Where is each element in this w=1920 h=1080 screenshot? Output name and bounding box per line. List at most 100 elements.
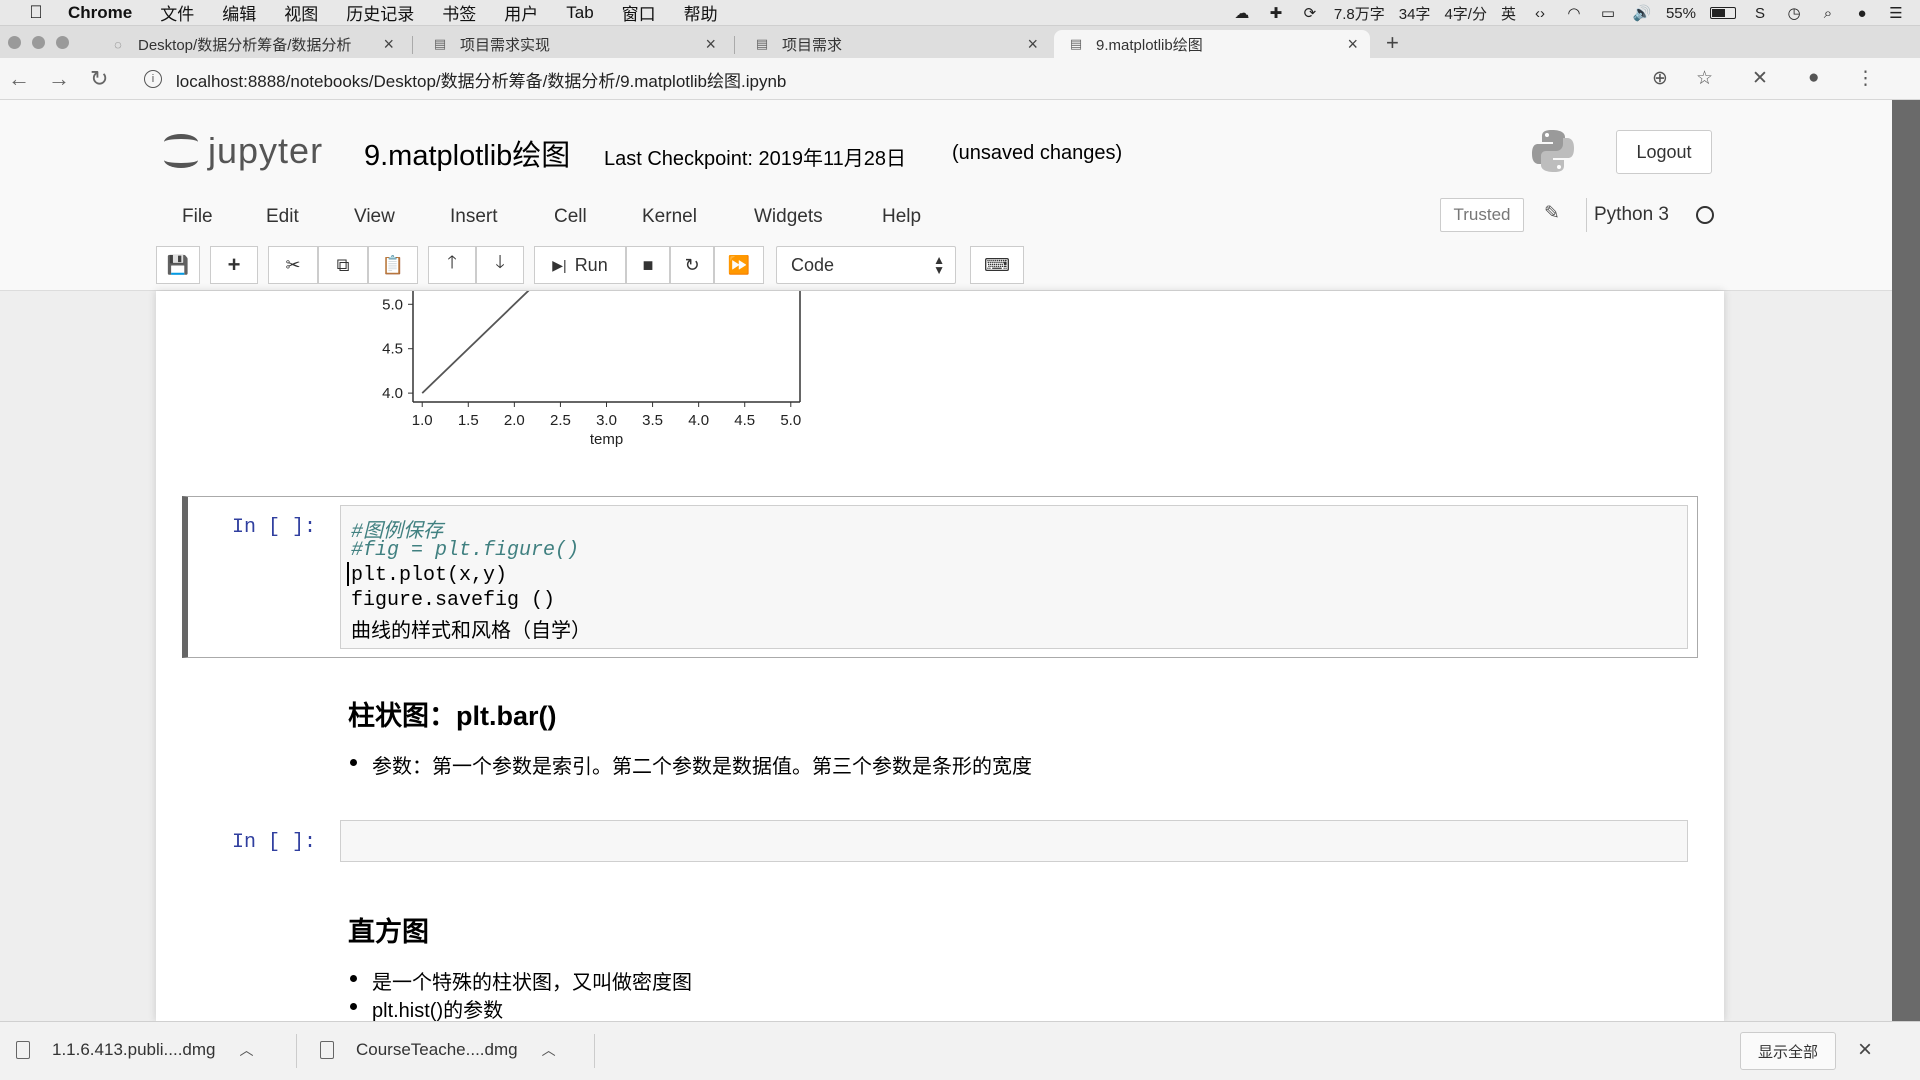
- new-tab-icon[interactable]: +: [1386, 30, 1399, 56]
- code-editor[interactable]: #图例保存 #fig = plt.figure() plt.plot(x,y) …: [340, 505, 1688, 649]
- menu-people[interactable]: 用户: [504, 0, 538, 25]
- edit-pencil-icon[interactable]: ✎: [1544, 202, 1560, 225]
- cloud-icon[interactable]: ☁: [1232, 4, 1252, 22]
- menu-history[interactable]: 历史记录: [346, 0, 414, 25]
- battery-percent[interactable]: 55%: [1666, 5, 1696, 22]
- checkpoint-status: Last Checkpoint: 2019年11月28日: [604, 148, 907, 170]
- extension-icon[interactable]: ✕: [1752, 67, 1768, 90]
- menu-window[interactable]: 窗口: [622, 0, 656, 25]
- interrupt-button[interactable]: ■: [626, 246, 670, 284]
- menu-jupyter-edit[interactable]: Edit: [266, 206, 299, 228]
- ime-word-count[interactable]: 7.8万字: [1334, 3, 1385, 24]
- ime-speed[interactable]: 4字/分: [1444, 3, 1487, 24]
- ime-lang[interactable]: 英: [1501, 3, 1516, 24]
- siri-icon[interactable]: ●: [1852, 4, 1872, 22]
- profile-icon[interactable]: ●: [1808, 67, 1819, 89]
- x-tick-label: 1.5: [458, 412, 479, 429]
- close-shelf-icon[interactable]: ×: [1858, 1036, 1872, 1064]
- tab-separator: [412, 36, 413, 54]
- menu-edit[interactable]: 编辑: [222, 0, 256, 25]
- kernel-name[interactable]: Python 3: [1594, 204, 1669, 226]
- logout-button[interactable]: Logout: [1616, 130, 1712, 174]
- zoom-icon[interactable]: ⊕: [1652, 67, 1668, 90]
- close-tab-icon[interactable]: ×: [1347, 34, 1358, 55]
- y-tick-label: 5.0: [382, 296, 403, 313]
- close-tab-icon[interactable]: ×: [1027, 34, 1038, 55]
- run-icon: ▶|: [552, 256, 567, 273]
- tab-project-req[interactable]: ▤ 项目需求 ×: [740, 30, 1050, 58]
- menu-help[interactable]: 帮助: [684, 0, 718, 25]
- menu-jupyter-kernel[interactable]: Kernel: [642, 206, 697, 228]
- tab-matplotlib[interactable]: ▤ 9.matplotlib绘图 ×: [1054, 30, 1370, 58]
- restart-button[interactable]: ↻: [670, 246, 714, 284]
- battery-icon[interactable]: [1710, 7, 1736, 19]
- airplay-icon[interactable]: ▭: [1598, 4, 1618, 22]
- menu-bookmarks[interactable]: 书签: [442, 0, 476, 25]
- minimize-window-icon[interactable]: [32, 36, 45, 49]
- menu-tab[interactable]: Tab: [566, 3, 593, 23]
- chrome-menu-icon[interactable]: ⋮: [1856, 67, 1875, 90]
- forward-icon[interactable]: →: [48, 66, 70, 92]
- tab-desktop[interactable]: ◌ Desktop/数据分析筹备/数据分析 ×: [96, 30, 406, 58]
- copy-button[interactable]: ⧉: [318, 246, 368, 284]
- paste-icon: 📋: [381, 254, 405, 275]
- notification-center-icon[interactable]: ☰: [1886, 4, 1906, 22]
- tab-separator: [734, 36, 735, 54]
- tab-title: 项目需求实现: [460, 36, 551, 54]
- trusted-badge[interactable]: Trusted: [1440, 198, 1524, 232]
- apple-icon[interactable]: : [26, 2, 46, 23]
- menu-jupyter-insert[interactable]: Insert: [450, 206, 498, 228]
- menu-jupyter-cell[interactable]: Cell: [554, 206, 587, 228]
- wifi-icon[interactable]: ◠: [1564, 4, 1584, 22]
- ime-char-count[interactable]: 34字: [1399, 3, 1431, 24]
- x-tick-label: 3.0: [596, 412, 617, 429]
- cut-button[interactable]: ✂: [268, 246, 318, 284]
- jupyter-logo[interactable]: jupyter: [162, 130, 323, 172]
- menu-jupyter-file[interactable]: File: [182, 206, 213, 228]
- x-axis-label: temp: [590, 431, 623, 448]
- paste-button[interactable]: 📋: [368, 246, 418, 284]
- plus-icon[interactable]: ✚: [1266, 4, 1286, 22]
- volume-icon[interactable]: 🔊: [1632, 4, 1652, 22]
- macos-menubar:  Chrome 文件 编辑 视图 历史记录 书签 用户 Tab 窗口 帮助 ☁…: [0, 0, 1920, 26]
- time-machine-icon[interactable]: ◷: [1784, 4, 1804, 22]
- info-icon[interactable]: i: [144, 70, 162, 88]
- tab-project-impl[interactable]: ▤ 项目需求实现 ×: [418, 30, 728, 58]
- spotlight-icon[interactable]: ⌕: [1818, 4, 1838, 22]
- s-app-icon[interactable]: S: [1750, 4, 1770, 22]
- insert-cell-button[interactable]: +: [210, 246, 258, 284]
- notebook-title[interactable]: 9.matplotlib绘图: [364, 132, 570, 174]
- cell-type-select[interactable]: Code ▲ ▼: [776, 246, 956, 284]
- reload-icon[interactable]: ↻: [90, 66, 108, 92]
- download-item[interactable]: CourseTeache....dmg ︿: [320, 1040, 556, 1060]
- kernel-separator: [1586, 198, 1587, 232]
- url-field[interactable]: i localhost:8888/notebooks/Desktop/数据分析筹…: [144, 66, 1644, 92]
- show-all-button[interactable]: 显示全部: [1740, 1032, 1836, 1070]
- sync-icon[interactable]: ⟳: [1300, 4, 1320, 22]
- restart-run-all-button[interactable]: ⏩: [714, 246, 764, 284]
- download-item[interactable]: 1.1.6.413.publi....dmg ︿: [16, 1040, 254, 1060]
- menu-jupyter-help[interactable]: Help: [882, 206, 921, 228]
- save-button[interactable]: 💾: [156, 246, 200, 284]
- run-button[interactable]: ▶| Run: [534, 246, 626, 284]
- chevron-up-icon[interactable]: ︿: [240, 1040, 254, 1060]
- command-palette-button[interactable]: ⌨: [970, 246, 1024, 284]
- code-icon[interactable]: ‹›: [1530, 4, 1550, 22]
- cell-prompt: In [ ]:: [232, 516, 317, 539]
- chevron-up-icon[interactable]: ︿: [542, 1040, 556, 1060]
- tab-title: 项目需求: [782, 36, 843, 54]
- move-down-button[interactable]: 🡓: [476, 246, 524, 284]
- menu-jupyter-view[interactable]: View: [354, 206, 395, 228]
- bookmark-star-icon[interactable]: ☆: [1696, 67, 1713, 90]
- menu-jupyter-widgets[interactable]: Widgets: [754, 206, 823, 228]
- menu-view[interactable]: 视图: [284, 0, 318, 25]
- zoom-window-icon[interactable]: [56, 36, 69, 49]
- close-tab-icon[interactable]: ×: [705, 34, 716, 55]
- menu-file[interactable]: 文件: [160, 0, 194, 25]
- menu-app[interactable]: Chrome: [68, 3, 132, 23]
- close-window-icon[interactable]: [8, 36, 21, 49]
- empty-code-editor[interactable]: [340, 820, 1688, 862]
- close-tab-icon[interactable]: ×: [383, 34, 394, 55]
- move-up-button[interactable]: 🡑: [428, 246, 476, 284]
- back-icon[interactable]: ←: [8, 66, 30, 92]
